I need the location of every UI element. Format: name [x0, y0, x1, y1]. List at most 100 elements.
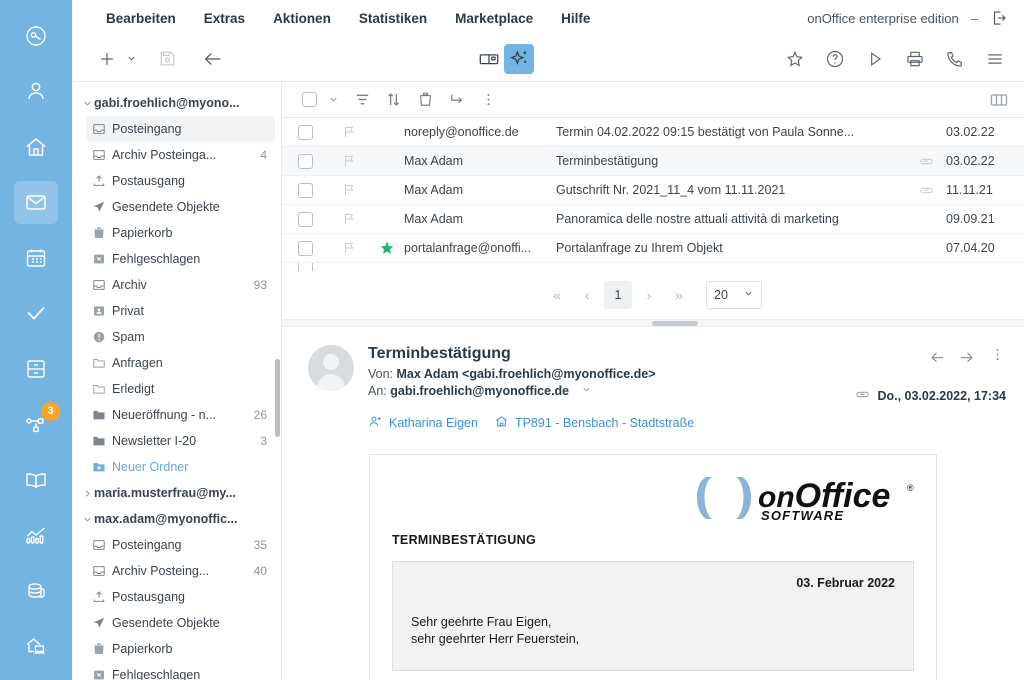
- back-arrow-icon[interactable]: [198, 44, 228, 74]
- rail-item-calendar-icon[interactable]: [14, 236, 58, 280]
- menu-icon[interactable]: [980, 44, 1010, 74]
- filter-icon[interactable]: [349, 86, 376, 113]
- row-checkbox[interactable]: [282, 240, 328, 256]
- current-page[interactable]: 1: [604, 281, 632, 309]
- first-page-button[interactable]: «: [544, 282, 570, 308]
- flag-icon[interactable]: [328, 125, 370, 139]
- flag-icon[interactable]: [328, 154, 370, 168]
- chevron-down-icon[interactable]: [573, 386, 592, 398]
- star-icon[interactable]: [780, 44, 810, 74]
- folder-privat[interactable]: Privat: [86, 298, 275, 324]
- flag-icon[interactable]: [328, 241, 370, 255]
- folder-max-archiv-posteingang[interactable]: Archiv Posteing... 40: [86, 558, 275, 584]
- folder-max-posteingang[interactable]: Posteingang 35: [86, 532, 275, 558]
- folder-anfragen[interactable]: Anfragen: [86, 350, 275, 376]
- reply-icon[interactable]: [927, 345, 946, 369]
- more-icon[interactable]: [989, 346, 1006, 368]
- row-checkbox[interactable]: [282, 153, 328, 169]
- rail-item-chart-icon[interactable]: [14, 514, 58, 558]
- rail-item-envelope-icon[interactable]: [14, 180, 58, 224]
- play-icon[interactable]: [860, 44, 890, 74]
- row-checkbox[interactable]: [282, 263, 328, 271]
- menu-item-marketplace[interactable]: Marketplace: [441, 11, 547, 26]
- help-icon[interactable]: [820, 44, 850, 74]
- select-all-checkbox[interactable]: [296, 86, 323, 113]
- folder-spam[interactable]: Spam: [86, 324, 275, 350]
- new-folder-button[interactable]: Neuer Ordner: [86, 454, 275, 480]
- row-checkbox[interactable]: [282, 124, 328, 140]
- chevron-down-icon[interactable]: [323, 86, 343, 113]
- star-icon[interactable]: [370, 240, 404, 256]
- table-row[interactable]: portalanfrage@onoffi... Portalanfrage zu…: [282, 234, 1024, 263]
- contact-link[interactable]: Katharina Eigen: [368, 414, 478, 432]
- columns-layout-icon[interactable]: [985, 86, 1012, 113]
- move-icon[interactable]: [444, 86, 471, 113]
- folder-newsletter[interactable]: Newsletter I-20 3: [86, 428, 275, 454]
- rail-item-house-laptop-icon[interactable]: [14, 625, 58, 669]
- last-page-button[interactable]: »: [666, 282, 692, 308]
- folder-posteingang[interactable]: Posteingang: [86, 116, 275, 142]
- property-link[interactable]: TP891 - Bensbach - Stadtstraße: [494, 414, 694, 432]
- minimize-button[interactable]: –: [969, 11, 980, 26]
- table-row[interactable]: noreply@onoffice.de Termin 04.02.2022 09…: [282, 118, 1024, 147]
- chevron-right-icon[interactable]: [80, 488, 94, 499]
- table-row[interactable]: Max Adam Terminbestätigung 03.02.22: [282, 147, 1024, 176]
- chevron-down-icon[interactable]: [80, 98, 94, 109]
- delete-icon[interactable]: [412, 86, 439, 113]
- table-row[interactable]: Max Adam Gutschrift Nr. 2021_11_4 vom 11…: [282, 176, 1024, 205]
- chevron-down-icon[interactable]: [80, 514, 94, 525]
- rail-item-check-icon[interactable]: [14, 292, 58, 336]
- sparkle-icon[interactable]: [504, 43, 534, 74]
- folder-max-papierkorb[interactable]: Papierkorb: [86, 636, 275, 662]
- flag-icon[interactable]: [328, 212, 370, 226]
- rail-item-key-circle-icon[interactable]: [14, 14, 58, 58]
- sidebar-scrollbar[interactable]: [275, 359, 280, 437]
- property-link-label: TP891 - Bensbach - Stadtstraße: [514, 416, 695, 430]
- chevron-down-icon[interactable]: [122, 44, 140, 74]
- table-row[interactable]: Max Adam Panoramica delle nostre attuali…: [282, 205, 1024, 234]
- row-checkbox[interactable]: [282, 182, 328, 198]
- rail-item-cabinet-icon[interactable]: [14, 347, 58, 391]
- folder-archiv[interactable]: Archiv 93: [86, 272, 275, 298]
- account-header-maria[interactable]: maria.musterfrau@my...: [72, 480, 281, 506]
- more-icon[interactable]: [475, 86, 502, 113]
- menu-item-aktionen[interactable]: Aktionen: [259, 11, 345, 26]
- next-page-button[interactable]: ›: [636, 282, 662, 308]
- add-icon[interactable]: [92, 44, 122, 74]
- page-size-select[interactable]: 20: [706, 281, 762, 309]
- save-icon[interactable]: [152, 44, 182, 74]
- table-row-partial[interactable]: [282, 263, 1024, 271]
- folder-max-postausgang[interactable]: Postausgang: [86, 584, 275, 610]
- scrollbar-thumb[interactable]: [652, 321, 698, 326]
- mailbox-icon[interactable]: [474, 44, 504, 74]
- prev-page-button[interactable]: ‹: [574, 282, 600, 308]
- menu-item-extras[interactable]: Extras: [190, 11, 259, 26]
- horizontal-scrollbar[interactable]: [282, 319, 1024, 326]
- row-checkbox[interactable]: [282, 211, 328, 227]
- rail-item-person-icon[interactable]: [14, 70, 58, 114]
- account-header-gabi[interactable]: gabi.froehlich@myono...: [72, 90, 281, 116]
- folder-postausgang[interactable]: Postausgang: [86, 168, 275, 194]
- folder-archiv-posteingang[interactable]: Archiv Posteinga... 4: [86, 142, 275, 168]
- logout-icon[interactable]: [990, 9, 1008, 27]
- folder-neueroeffnung[interactable]: Neueröffnung - n... 26: [86, 402, 275, 428]
- folder-gesendete-objekte[interactable]: Gesendete Objekte: [86, 194, 275, 220]
- folder-erledigt[interactable]: Erledigt: [86, 376, 275, 402]
- phone-icon[interactable]: [940, 44, 970, 74]
- folder-max-gesendete-objekte[interactable]: Gesendete Objekte: [86, 610, 275, 636]
- print-icon[interactable]: [900, 44, 930, 74]
- account-header-max[interactable]: max.adam@myonoffic...: [72, 506, 281, 532]
- rail-item-book-icon[interactable]: [14, 458, 58, 502]
- flag-icon[interactable]: [328, 183, 370, 197]
- rail-item-house-icon[interactable]: [14, 125, 58, 169]
- forward-icon[interactable]: [958, 345, 977, 369]
- menu-item-statistiken[interactable]: Statistiken: [345, 11, 441, 26]
- menu-item-hilfe[interactable]: Hilfe: [547, 11, 604, 26]
- rail-item-network-share-icon[interactable]: 3: [14, 401, 60, 447]
- sort-icon[interactable]: [380, 86, 407, 113]
- menu-item-bearbeiten[interactable]: Bearbeiten: [92, 11, 190, 26]
- folder-max-fehlgeschlagen[interactable]: Fehlgeschlagen: [86, 662, 275, 680]
- folder-papierkorb[interactable]: Papierkorb: [86, 220, 275, 246]
- folder-fehlgeschlagen[interactable]: Fehlgeschlagen: [86, 246, 275, 272]
- rail-item-database-icon[interactable]: [14, 569, 58, 613]
